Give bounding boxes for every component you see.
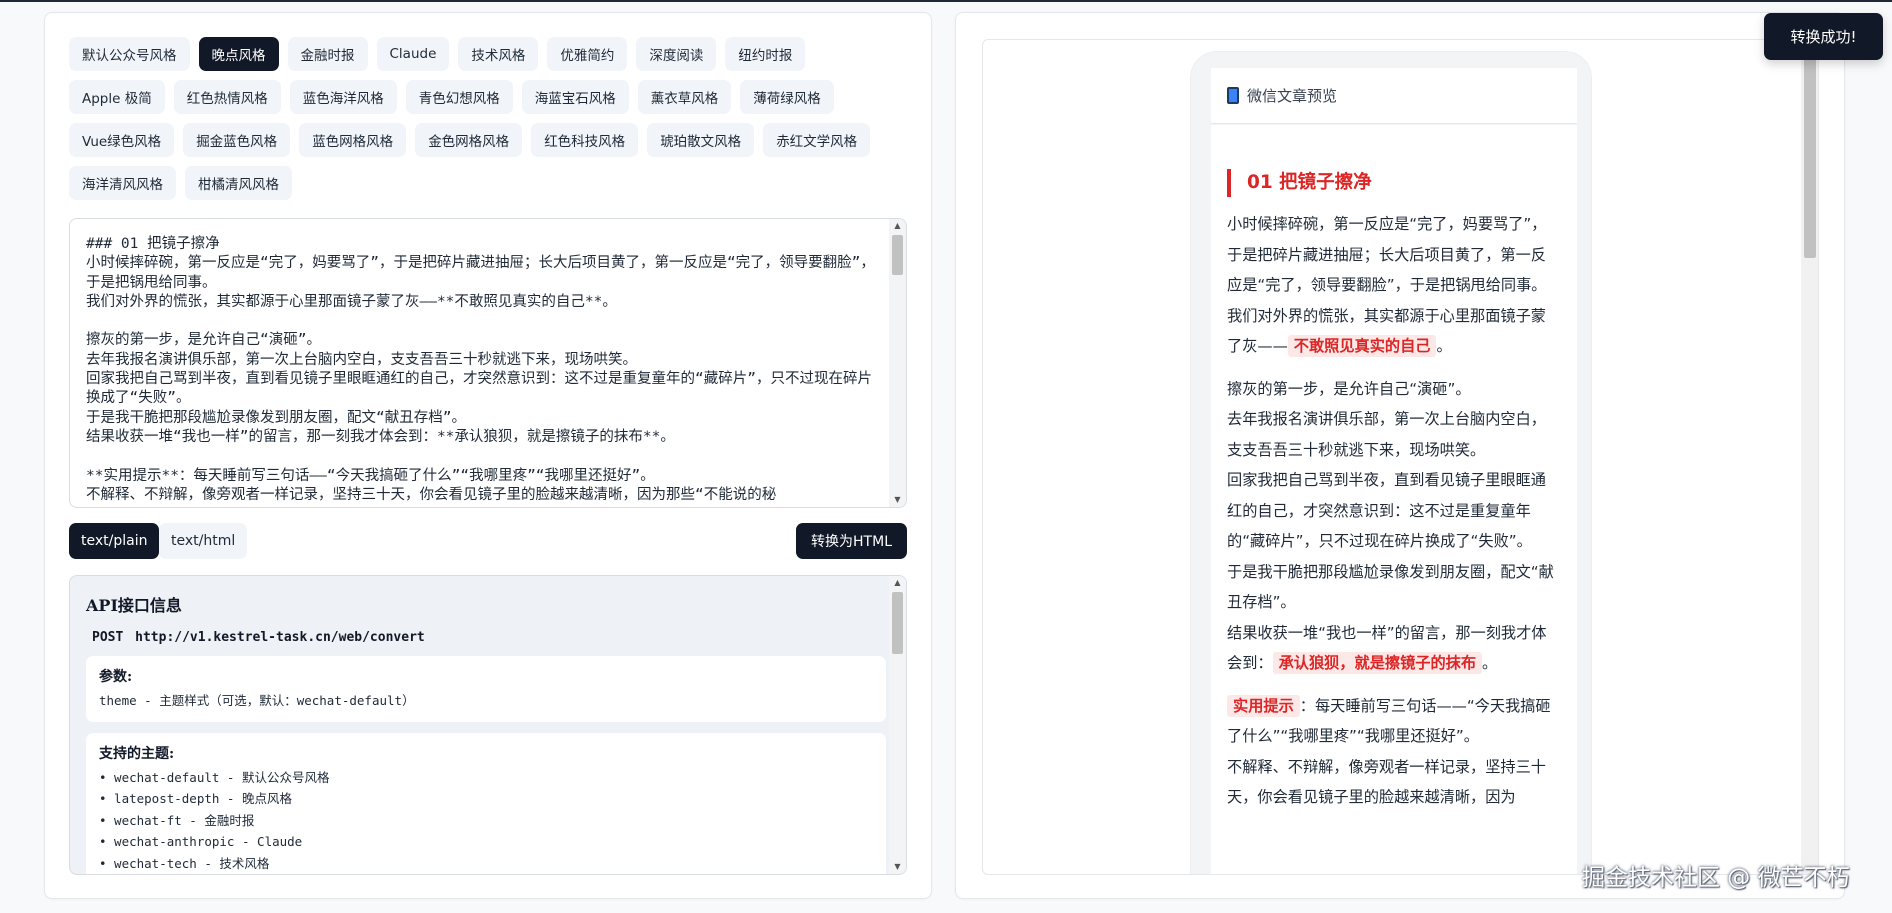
preview-header: 微信文章预览 bbox=[1211, 68, 1577, 124]
watermark: 掘金技术社区 @ 微芒不朽 bbox=[1582, 865, 1850, 891]
theme-selector: 默认公众号风格 晚点风格 金融时报 Claude 技术风格 优雅简约 深度阅读 纽约时报 App… bbox=[69, 37, 909, 200]
scroll-down-icon[interactable]: ▼ bbox=[889, 860, 906, 874]
theme-button[interactable]: 金色网格风格 bbox=[415, 123, 523, 157]
api-scrollbar[interactable]: ▲ ▼ bbox=[889, 576, 906, 874]
theme-button[interactable]: Apple 极简 bbox=[69, 80, 165, 114]
api-theme-line: • wechat-ft - 金融时报 bbox=[99, 812, 255, 828]
editor-scrollbar[interactable]: ▲ ▼ bbox=[889, 219, 906, 507]
theme-button[interactable]: 深度阅读 bbox=[636, 37, 717, 71]
article-paragraph: 实用提示 ：每天睡前写三句话——“今天我搞砸了什么”“我哪里疼”“我哪里还挺好”。 bbox=[1227, 691, 1561, 752]
markdown-input[interactable]: ### 01 把镜子擦净 小时候摔碎碗，第一反应是“完了，妈要骂了”，于是把碎片… bbox=[86, 235, 886, 501]
article-paragraph: 我们对外界的慌张，其实都源于心里那面镜子蒙了灰—— 不敢照见真实的自己。 bbox=[1227, 301, 1561, 362]
success-toast: 转换成功! bbox=[1764, 13, 1883, 60]
api-theme-line: • wechat-default - 默认公众号风格 bbox=[99, 769, 330, 785]
api-theme-line: • latepost-depth - 晚点风格 bbox=[99, 791, 292, 806]
preview-panel: 微信文章预览 01 把镜子擦净 小时候摔碎碗，第一反应是“完了，妈要骂了”，于是… bbox=[955, 12, 1845, 899]
api-params-title: 参数: bbox=[99, 669, 133, 685]
highlight-text: 不敢照见真实的自己 bbox=[1287, 335, 1437, 357]
api-theme-line: • wechat-anthropic - Claude bbox=[99, 834, 303, 849]
theme-button[interactable]: 红色热情风格 bbox=[173, 80, 281, 114]
theme-button[interactable]: 优雅简约 bbox=[547, 37, 628, 71]
editor-scroll-thumb[interactable] bbox=[892, 235, 903, 275]
article-paragraph: 小时候摔碎碗，第一反应是“完了，妈要骂了”，于是把碎片藏进抽屉；长大后项目黄了，… bbox=[1227, 215, 1547, 294]
article-paragraph: 结果收获一堆“我也一样”的留言，那一刻我才体会到： 承认狼狈，就是擦镜子的抹布。 bbox=[1227, 618, 1561, 679]
preview-header-title: 微信文章预览 bbox=[1247, 87, 1338, 105]
theme-button[interactable]: 柑橘清风风格 bbox=[185, 166, 292, 200]
theme-button[interactable]: 晚点风格 bbox=[198, 37, 279, 71]
scroll-up-icon[interactable]: ▲ bbox=[889, 219, 906, 233]
theme-button[interactable]: 金融时报 bbox=[287, 37, 368, 71]
article-paragraph: 不解释、不辩解，像旁观者一样记录，坚持三十天，你会看见镜子里的脸越来越清晰，因为 bbox=[1227, 757, 1546, 807]
article-paragraph: 于是我干脆把那段尴尬录像发到朋友圈，配文“献丑存档”。 bbox=[1227, 562, 1554, 612]
convert-to-html-button[interactable]: 转换为HTML bbox=[796, 523, 907, 559]
theme-button[interactable]: 默认公众号风格 bbox=[69, 37, 190, 71]
api-params-card: 参数: theme - 主题样式（可选，默认：wechat-default） bbox=[86, 656, 886, 722]
api-param-line: theme - 主题样式（可选，默认：wechat-default） bbox=[99, 693, 415, 708]
highlight-text: 实用提示 bbox=[1227, 694, 1300, 717]
theme-button[interactable]: Vue绿色风格 bbox=[69, 123, 175, 157]
tab-text-html[interactable]: text/html bbox=[159, 523, 248, 559]
text-segment: 。 bbox=[1436, 337, 1452, 355]
theme-button[interactable]: 掘金蓝色风格 bbox=[183, 123, 291, 157]
phone-mockup: 微信文章预览 01 把镜子擦净 小时候摔碎碗，第一反应是“完了，妈要骂了”，于是… bbox=[1191, 52, 1591, 874]
theme-button[interactable]: 蓝色网格风格 bbox=[299, 123, 407, 157]
highlight-text: 承认狼狈，就是擦镜子的抹布 bbox=[1272, 652, 1482, 674]
theme-button[interactable]: 琥珀散文风格 bbox=[647, 123, 755, 157]
text-segment: 。 bbox=[1482, 654, 1498, 672]
article-content: 01 把镜子擦净 小时候摔碎碗，第一反应是“完了，妈要骂了”，于是把碎片藏进抽屉… bbox=[1227, 169, 1561, 813]
theme-button[interactable]: 蓝色海洋风格 bbox=[289, 80, 397, 114]
article-paragraph: 回家我把自己骂到半夜，直到看见镜子里眼眶通红的自己，才突然意识到：这不过是重复童… bbox=[1227, 471, 1546, 550]
tab-text-plain[interactable]: text/plain bbox=[69, 523, 160, 559]
scroll-up-icon[interactable]: ▲ bbox=[889, 576, 906, 590]
theme-button[interactable]: 青色幻想风格 bbox=[405, 80, 513, 114]
theme-button[interactable]: 红色科技风格 bbox=[531, 123, 639, 157]
article-heading: 01 把镜子擦净 bbox=[1227, 169, 1561, 197]
article-paragraph: 擦灰的第一步，是允许自己“演砸”。 bbox=[1227, 379, 1471, 398]
api-themes-title: 支持的主题: bbox=[99, 745, 175, 762]
editor-panel: 默认公众号风格 晚点风格 金融时报 Claude 技术风格 优雅简约 深度阅读 纽约时报 App… bbox=[44, 12, 932, 899]
theme-button[interactable]: 薄荷绿风格 bbox=[740, 80, 834, 114]
api-theme-list: • wechat-default - 默认公众号风格 • latepost-dep… bbox=[99, 767, 873, 875]
preview-scroll-thumb[interactable] bbox=[1804, 58, 1816, 258]
mobile-phone-icon bbox=[1227, 87, 1239, 104]
api-theme-line: • wechat-tech - 技术风格 bbox=[99, 855, 270, 871]
markdown-editor[interactable]: ### 01 把镜子擦净 小时候摔碎碗，第一反应是“完了，妈要骂了”，于是把碎片… bbox=[69, 218, 907, 508]
scroll-down-icon[interactable]: ▼ bbox=[889, 493, 906, 507]
theme-button[interactable]: 海蓝宝石风格 bbox=[521, 80, 629, 114]
preview-frame: 微信文章预览 01 把镜子擦净 小时候摔碎碗，第一反应是“完了，妈要骂了”，于是… bbox=[982, 39, 1819, 875]
api-info-box: API接口信息 POST http://v1.kestrel-task.cn/w… bbox=[69, 575, 907, 875]
theme-button[interactable]: 赤红文学风格 bbox=[763, 123, 871, 157]
api-scroll-thumb[interactable] bbox=[892, 592, 903, 654]
theme-button[interactable]: 技术风格 bbox=[458, 37, 539, 71]
api-themes-card: 支持的主题: • wechat-default - 默认公众号风格 • latep… bbox=[86, 732, 886, 875]
theme-button[interactable]: 薰衣草风格 bbox=[637, 80, 732, 114]
theme-button[interactable]: Claude bbox=[376, 37, 450, 71]
preview-body: 01 把镜子擦净 小时候摔碎碗，第一反应是“完了，妈要骂了”，于是把碎片藏进抽屉… bbox=[1211, 125, 1577, 874]
theme-button[interactable]: 海洋清风风格 bbox=[69, 166, 176, 200]
preview-scrollbar[interactable] bbox=[1801, 40, 1818, 874]
theme-button[interactable]: 纽约时报 bbox=[725, 37, 806, 71]
api-endpoint: POST http://v1.kestrel-task.cn/web/conve… bbox=[92, 630, 425, 645]
api-title: API接口信息 bbox=[86, 596, 182, 615]
api-theme-line: • wechat-elegant - 优雅简约 bbox=[99, 874, 873, 875]
article-paragraph: 去年我报名演讲俱乐部，第一次上台脑内空白，支支吾吾三十秒就逃下来，现场哄笑。 bbox=[1227, 410, 1546, 459]
